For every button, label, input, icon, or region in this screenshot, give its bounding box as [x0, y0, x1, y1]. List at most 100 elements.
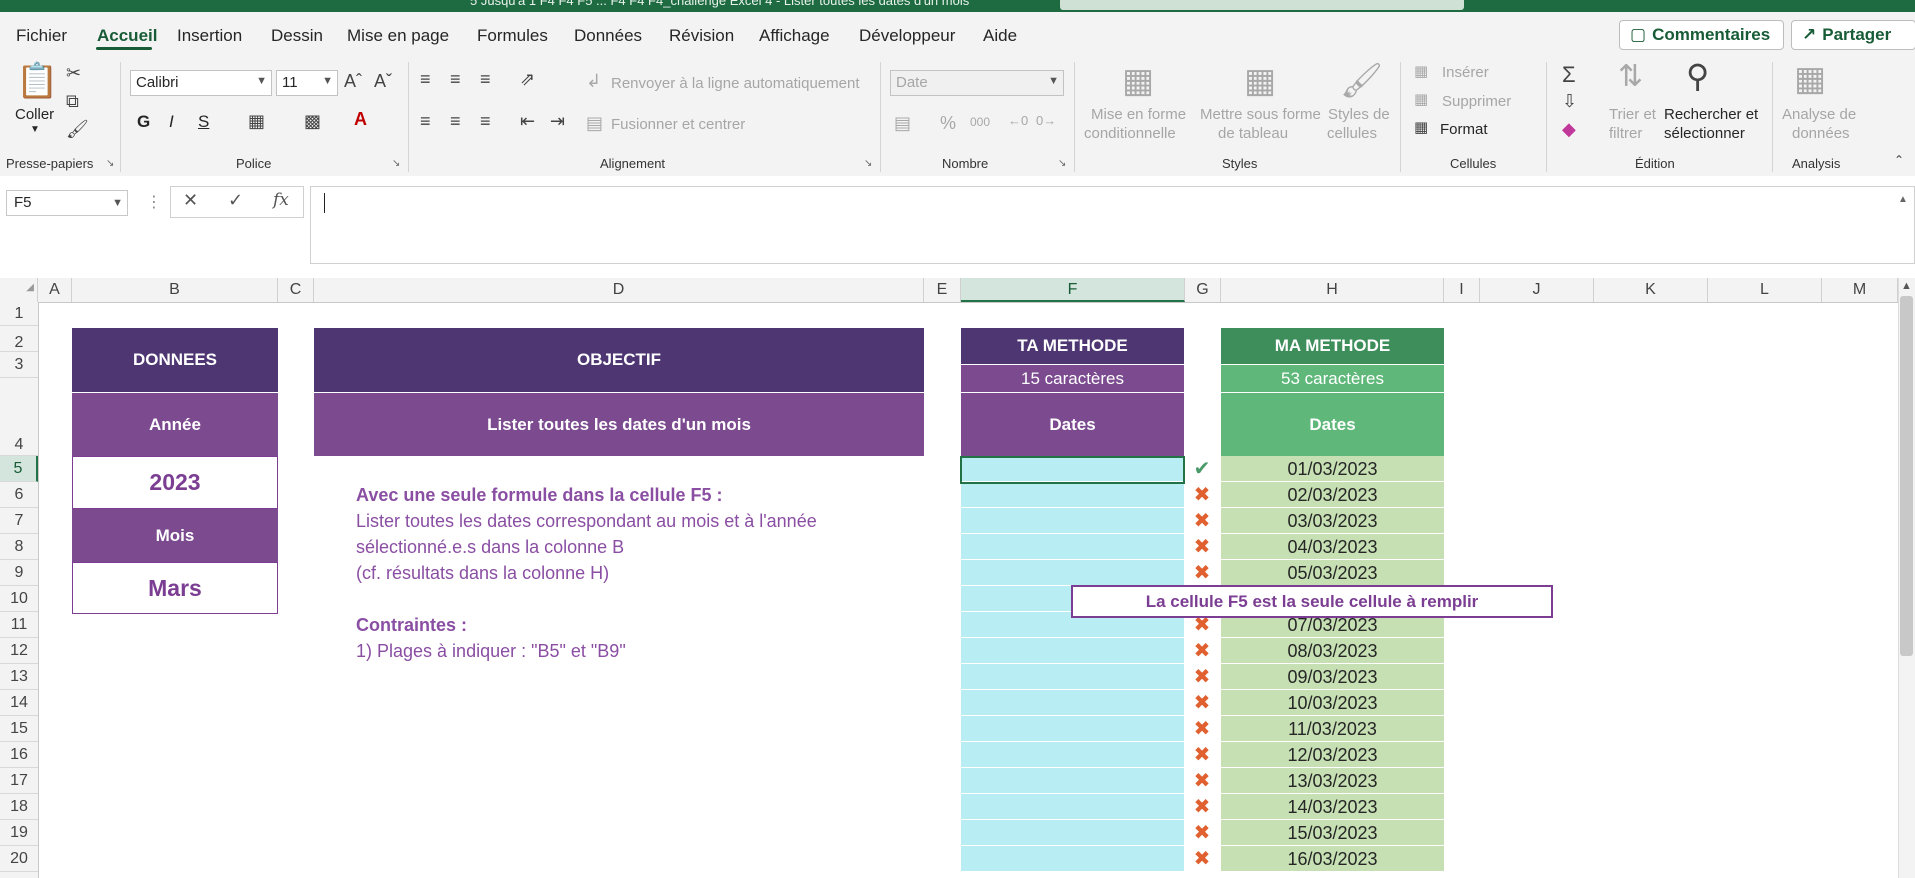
column-header[interactable]: C	[278, 278, 314, 302]
expected-date-cell[interactable]: 05/03/2023	[1221, 560, 1444, 586]
paste-dropdown-icon[interactable]: ▼	[30, 124, 40, 135]
scrollbar-thumb[interactable]	[1900, 296, 1913, 656]
column-header[interactable]: I	[1444, 278, 1480, 302]
comments-button[interactable]: ▢ Commentaires	[1619, 20, 1784, 50]
row-header-selected[interactable]: 5	[0, 456, 38, 482]
row-header[interactable]: 19	[0, 820, 38, 846]
answer-cell[interactable]	[961, 794, 1184, 820]
font-color-icon[interactable]: A	[354, 110, 367, 128]
format-painter-icon[interactable]: 🖌	[66, 120, 89, 138]
format-as-table-icon[interactable]: ▦	[1244, 64, 1276, 98]
answer-cell[interactable]	[961, 846, 1184, 872]
answer-cell[interactable]	[961, 664, 1184, 690]
enter-icon[interactable]: ✓	[228, 190, 243, 211]
expand-formula-icon[interactable]: ▲	[1898, 194, 1908, 205]
column-header-selected[interactable]: F	[961, 278, 1185, 302]
collapse-ribbon-icon[interactable]: ⌃	[1894, 154, 1904, 166]
column-header[interactable]: G	[1185, 278, 1221, 302]
menu-aide[interactable]: Aide	[983, 26, 1017, 46]
menu-affichage[interactable]: Affichage	[759, 26, 830, 46]
row-header[interactable]: 20	[0, 846, 38, 872]
column-header[interactable]: M	[1822, 278, 1898, 302]
answer-cell[interactable]	[961, 560, 1184, 586]
sort-filter-icon[interactable]: ⇅	[1618, 62, 1643, 92]
title-search-box[interactable]	[1060, 0, 1464, 10]
row-header[interactable]: 2	[0, 326, 38, 352]
expected-date-cell[interactable]: 09/03/2023	[1221, 664, 1444, 690]
row-header[interactable]: 15	[0, 716, 38, 742]
align-middle-icon[interactable]: ≡	[450, 70, 461, 88]
menu-developpeur[interactable]: Développeur	[859, 26, 955, 46]
row-header[interactable]: 14	[0, 690, 38, 716]
align-bottom-icon[interactable]: ≡	[480, 70, 491, 88]
expected-date-cell[interactable]: 12/03/2023	[1221, 742, 1444, 768]
increase-font-icon[interactable]: Aˆ	[344, 72, 362, 90]
analyze-data-icon[interactable]: ▦	[1794, 62, 1826, 96]
row-header[interactable]: 1	[0, 302, 38, 326]
expected-date-cell[interactable]: 11/03/2023	[1221, 716, 1444, 742]
answer-cell[interactable]	[961, 534, 1184, 560]
delete-cells-button[interactable]: Supprimer	[1442, 93, 1511, 110]
search-icon[interactable]: ⚲	[1686, 60, 1709, 92]
expected-date-cell[interactable]: 04/03/2023	[1221, 534, 1444, 560]
answer-cell[interactable]	[961, 638, 1184, 664]
select-all-corner[interactable]: ◢	[0, 278, 38, 302]
thousands-icon[interactable]: 000	[970, 116, 990, 128]
insert-cells-icon[interactable]: ▦	[1414, 64, 1428, 79]
cell-styles-button[interactable]: Styles de	[1328, 106, 1390, 123]
expected-date-cell[interactable]: 16/03/2023	[1221, 846, 1444, 872]
merge-icon[interactable]: ▤	[586, 114, 603, 132]
column-header[interactable]: D	[314, 278, 924, 302]
format-cells-icon[interactable]: ▦	[1414, 120, 1428, 135]
menu-formules[interactable]: Formules	[477, 26, 548, 46]
name-box[interactable]: F5 ▼	[6, 190, 128, 216]
insert-function-icon[interactable]: fx	[273, 190, 289, 210]
font-launcher-icon[interactable]: ↘	[392, 158, 400, 169]
menu-accueil[interactable]: Accueil	[97, 26, 157, 46]
column-header[interactable]: L	[1708, 278, 1822, 302]
cut-icon[interactable]: ✂	[66, 64, 81, 82]
increase-decimal-icon[interactable]: ←0	[1008, 114, 1028, 127]
percent-icon[interactable]: %	[940, 114, 956, 132]
analyze-data-button[interactable]: Analyse de	[1782, 106, 1856, 123]
row-header[interactable]: 13	[0, 664, 38, 690]
orientation-icon[interactable]: ⇗	[520, 70, 535, 88]
row-header[interactable]: 18	[0, 794, 38, 820]
insert-cells-button[interactable]: Insérer	[1442, 64, 1489, 81]
cell-styles-icon[interactable]: 🖌	[1340, 64, 1383, 98]
expected-date-cell[interactable]: 13/03/2023	[1221, 768, 1444, 794]
row-header[interactable]: 11	[0, 612, 38, 638]
underline-button[interactable]: S	[198, 112, 209, 132]
merge-center-button[interactable]: Fusionner et centrer	[611, 116, 745, 133]
delete-cells-icon[interactable]: ▦	[1414, 92, 1428, 107]
conditional-format-icon[interactable]: ▦	[1122, 64, 1154, 98]
row-header[interactable]: 8	[0, 534, 38, 560]
menu-dessin[interactable]: Dessin	[271, 26, 323, 46]
number-launcher-icon[interactable]: ↘	[1058, 158, 1066, 169]
column-header[interactable]: B	[72, 278, 278, 302]
font-size-select[interactable]: 11 ▼	[276, 70, 338, 96]
expected-date-cell[interactable]: 03/03/2023	[1221, 508, 1444, 534]
accounting-icon[interactable]: ▤	[894, 114, 911, 132]
format-cells-button[interactable]: Format	[1440, 121, 1488, 138]
row-header[interactable]: 17	[0, 768, 38, 794]
column-header[interactable]: H	[1221, 278, 1444, 302]
answer-cell[interactable]	[961, 508, 1184, 534]
increase-indent-icon[interactable]: ⇥	[550, 112, 565, 130]
row-header[interactable]: 10	[0, 586, 38, 612]
paste-icon[interactable]: 📋	[16, 64, 58, 98]
row-header[interactable]: 6	[0, 482, 38, 508]
number-format-select[interactable]: Date ▼	[890, 70, 1064, 96]
answer-cell[interactable]	[961, 716, 1184, 742]
align-top-icon[interactable]: ≡	[420, 70, 431, 88]
expected-date-cell[interactable]: 02/03/2023	[1221, 482, 1444, 508]
answer-cell[interactable]	[961, 742, 1184, 768]
borders-icon[interactable]: ▦	[248, 112, 265, 130]
menu-revision[interactable]: Révision	[669, 26, 734, 46]
expected-date-cell[interactable]: 08/03/2023	[1221, 638, 1444, 664]
decrease-decimal-icon[interactable]: 0→	[1036, 114, 1056, 127]
column-header[interactable]: K	[1594, 278, 1708, 302]
menu-fichier[interactable]: Fichier	[16, 26, 67, 46]
cancel-icon[interactable]: ✕	[183, 190, 198, 211]
column-header[interactable]: E	[924, 278, 961, 302]
